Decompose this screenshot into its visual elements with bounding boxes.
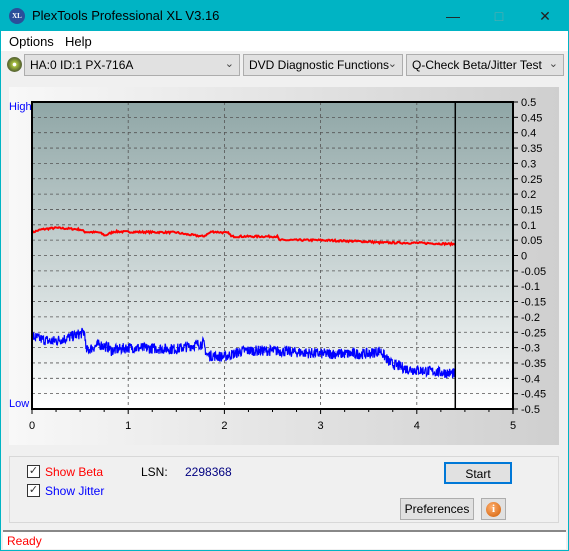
show-jitter-label[interactable]: Show Jitter bbox=[45, 484, 104, 498]
x-tick-label: 2 bbox=[221, 420, 227, 432]
y-tick-label: -0.15 bbox=[521, 297, 546, 309]
y-tick-label: 0.3 bbox=[521, 158, 536, 170]
y-tick-label: -0.1 bbox=[521, 281, 540, 293]
menu-bar: Options Help bbox=[1, 31, 568, 51]
toolbar: HA:0 ID:1 PX-716A ⌄ DVD Diagnostic Functi… bbox=[1, 51, 568, 79]
y-tick-label: 0.5 bbox=[521, 97, 536, 109]
minimize-button[interactable]: — bbox=[430, 1, 476, 31]
test-select-value: Q-Check Beta/Jitter Test bbox=[412, 58, 542, 72]
chevron-down-icon: ⌄ bbox=[387, 58, 397, 70]
x-tick-label: 4 bbox=[414, 420, 420, 432]
test-select[interactable]: Q-Check Beta/Jitter Test ⌄ bbox=[406, 54, 564, 76]
y-tick-label: 0.4 bbox=[521, 128, 536, 140]
title-bar: XL PlexTools Professional XL V3.16 — □ ✕ bbox=[1, 1, 568, 31]
app-logo-icon: XL bbox=[9, 8, 25, 24]
y-tick-label: -0.05 bbox=[521, 266, 546, 278]
disc-drive-icon bbox=[7, 57, 22, 72]
x-tick-label: 0 bbox=[29, 420, 35, 432]
beta-jitter-chart: 0.5 0.45 0.4 0.35 0.3 0.25 0.2 0.15 0.1 0.05 0 -0.0… bbox=[9, 97, 546, 432]
function-select-value: DVD Diagnostic Functions bbox=[249, 58, 390, 72]
x-tick-label: 3 bbox=[318, 420, 324, 432]
y-tick-label: -0.3 bbox=[521, 343, 540, 355]
window-title: PlexTools Professional XL V3.16 bbox=[32, 8, 220, 23]
y-tick-label: 0.45 bbox=[521, 112, 542, 124]
y-tick-label: -0.4 bbox=[521, 373, 540, 385]
y-tick-label: -0.35 bbox=[521, 358, 546, 370]
close-button[interactable]: ✕ bbox=[522, 1, 568, 31]
high-label: High bbox=[9, 101, 32, 113]
y-tick-label: 0.1 bbox=[521, 220, 536, 232]
info-button[interactable]: i bbox=[481, 498, 506, 520]
y-tick-label: -0.2 bbox=[521, 312, 540, 324]
app-window: XL PlexTools Professional XL V3.16 — □ ✕… bbox=[0, 0, 569, 551]
y-tick-label: -0.25 bbox=[521, 327, 546, 339]
lsn-label: LSN: bbox=[141, 465, 168, 479]
y-tick-label: 0.05 bbox=[521, 235, 542, 247]
drive-select[interactable]: HA:0 ID:1 PX-716A ⌄ bbox=[24, 54, 240, 76]
x-tick-label: 5 bbox=[510, 420, 516, 432]
show-beta-checkbox[interactable]: ✓ bbox=[27, 465, 40, 478]
lsn-value: 2298368 bbox=[185, 465, 232, 479]
y-tick-label: 0.25 bbox=[521, 174, 542, 186]
status-bar: Ready bbox=[3, 530, 566, 549]
drive-select-value: HA:0 ID:1 PX-716A bbox=[30, 58, 134, 72]
y-tick-label: -0.5 bbox=[521, 404, 540, 416]
y-tick-label: 0.2 bbox=[521, 189, 536, 201]
preferences-button[interactable]: Preferences bbox=[400, 498, 474, 520]
show-jitter-checkbox[interactable]: ✓ bbox=[27, 484, 40, 497]
show-beta-label[interactable]: Show Beta bbox=[45, 465, 103, 479]
maximize-button[interactable]: □ bbox=[476, 1, 522, 31]
start-button[interactable]: Start bbox=[444, 462, 512, 484]
info-icon: i bbox=[486, 502, 501, 517]
function-select[interactable]: DVD Diagnostic Functions ⌄ bbox=[243, 54, 403, 76]
y-tick-label: 0 bbox=[521, 251, 527, 263]
chevron-down-icon: ⌄ bbox=[548, 58, 558, 70]
x-tick-label: 1 bbox=[125, 420, 131, 432]
controls-panel: ✓ Show Beta ✓ Show Jitter LSN: 2298368 S… bbox=[9, 456, 559, 523]
y-tick-label: 0.35 bbox=[521, 143, 542, 155]
y-tick-label: 0.15 bbox=[521, 204, 542, 216]
menu-help[interactable]: Help bbox=[65, 34, 92, 49]
menu-options[interactable]: Options bbox=[9, 34, 54, 49]
low-label: Low bbox=[9, 398, 29, 410]
y-tick-label: -0.45 bbox=[521, 389, 546, 401]
chart-panel: 0.5 0.45 0.4 0.35 0.3 0.25 0.2 0.15 0.1 0.05 0 -0.0… bbox=[9, 87, 559, 445]
chevron-down-icon: ⌄ bbox=[224, 58, 234, 70]
